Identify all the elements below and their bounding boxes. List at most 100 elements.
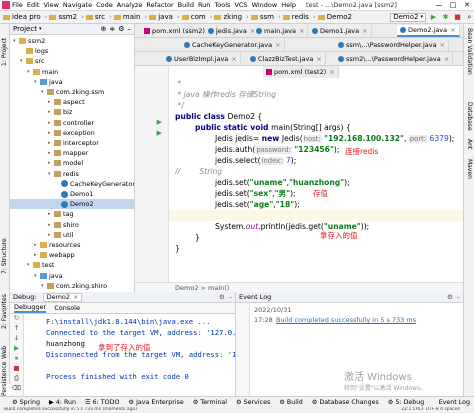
persistence-tool-tab[interactable]: Persistence — [1, 362, 8, 396]
editor-tab[interactable]: CacheKeyGenerator.java × — [181, 39, 285, 51]
tool-terminal[interactable]: ⚙ Terminal — [193, 399, 227, 406]
database-tool-tab[interactable]: Database — [466, 102, 473, 131]
breadcrumb-item[interactable]: Demo2 — [327, 13, 352, 21]
collapse-icon[interactable]: ≑ — [109, 25, 115, 33]
hide-icon[interactable]: – — [457, 293, 460, 301]
tree-item[interactable]: Demo1 — [55, 189, 93, 199]
breadcrumb-item[interactable]: main — [123, 13, 141, 21]
debug-session-tab[interactable]: Demo2 × — [42, 292, 83, 302]
close-icon[interactable]: × — [329, 66, 334, 78]
print-icon[interactable]: ⎙ — [10, 374, 23, 384]
close-icon[interactable]: × — [73, 293, 78, 301]
locate-icon[interactable]: ⊕ — [100, 25, 106, 33]
tree-item[interactable]: ▸ resources — [34, 240, 81, 250]
editor-tab[interactable]: Demo1.java × — [309, 25, 372, 37]
tree-item[interactable]: ▾ java — [34, 271, 63, 281]
tree-item[interactable]: ▾ test — [27, 260, 54, 270]
menu-item-tools[interactable]: Tools — [214, 1, 230, 9]
menu-item-analyze[interactable]: Analyze — [117, 1, 143, 9]
close-icon[interactable]: ✕ — [460, 1, 474, 9]
breadcrumb-item[interactable]: java — [158, 13, 173, 21]
editor-tab[interactable]: ssm2\...\PasswordHelper.java × — [335, 53, 454, 65]
close-icon[interactable]: × — [362, 25, 367, 37]
breadcrumb-item[interactable]: zking — [223, 13, 242, 21]
close-icon[interactable]: × — [299, 25, 304, 37]
favorites-tool-tab[interactable]: 2: Favorites — [1, 294, 8, 329]
tool-debug[interactable]: ⚙ 5: Debug — [388, 399, 424, 406]
close-icon[interactable]: × — [450, 24, 455, 36]
editor-tab[interactable]: ssm\...\PasswordHelper.java × — [335, 39, 450, 51]
tab-debugger[interactable]: Debugger — [14, 303, 47, 313]
minimize-icon[interactable]: — — [432, 1, 446, 9]
tree-item[interactable]: CacheKeyGenerator — [55, 179, 134, 189]
menu-item-window[interactable]: Window — [252, 1, 278, 9]
menu-item-build[interactable]: Build — [178, 1, 194, 9]
up-icon[interactable]: ↑ — [10, 324, 23, 334]
hide-icon[interactable]: – — [229, 293, 232, 301]
breadcrumb-item[interactable]: ssm — [260, 13, 274, 21]
tab-console[interactable]: Console — [54, 304, 80, 312]
maximize-icon[interactable]: □ — [446, 1, 460, 9]
menu-item-edit[interactable]: Edit — [27, 1, 40, 9]
tree-item[interactable]: ▸ webapp — [34, 250, 75, 260]
debug-icon[interactable]: ✱ — [441, 13, 450, 22]
tree-item[interactable]: ▸ interceptor — [48, 138, 99, 148]
run-main-icon[interactable]: ▶ — [157, 129, 162, 137]
stop-icon[interactable]: ■ — [10, 364, 23, 374]
tree-item[interactable]: ▸ shiro — [48, 220, 79, 230]
down-icon[interactable]: ↓ — [10, 334, 23, 344]
close-icon[interactable]: × — [444, 53, 449, 65]
event-message-link[interactable]: Build completed successfully in 5 s 733 … — [276, 316, 416, 324]
run-icon[interactable]: ▶ — [429, 13, 438, 22]
tree-item[interactable]: ▾ ssm2 — [13, 36, 45, 46]
code-editor[interactable]: ▶ ▶ ● pom.xml (test2) × * * java 操作redis… — [135, 66, 463, 282]
close-icon[interactable]: × — [231, 53, 236, 65]
tree-item[interactable]: ▸ util — [48, 230, 73, 240]
project-tool-tab[interactable]: 1: Project — [1, 38, 8, 66]
close-icon[interactable]: × — [316, 53, 321, 65]
tree-item[interactable]: ▸ exception — [48, 128, 95, 138]
editor-tab[interactable]: ClazzBizTest.java × — [247, 53, 326, 65]
menu-item-help[interactable]: Help — [281, 1, 296, 9]
menu-item-run[interactable]: Run — [198, 1, 210, 9]
maven-tool-tab[interactable]: Maven — [466, 159, 473, 179]
hide-icon[interactable]: – — [128, 25, 132, 33]
tree-item[interactable]: Demo2 — [10, 199, 134, 210]
menu-item-navigate[interactable]: Navigate — [63, 1, 92, 9]
stop-icon[interactable]: ■ — [453, 13, 462, 22]
tool-spring[interactable]: ⚙ Spring — [12, 399, 40, 406]
tree-item[interactable]: ▾ src — [20, 56, 45, 66]
editor-tab[interactable]: UserBizImpl.java × — [163, 53, 241, 65]
run-class-icon[interactable]: ▶ — [157, 118, 162, 126]
tool-services[interactable]: ⚙ Services — [236, 399, 270, 406]
menu-item-vcs[interactable]: VCS — [234, 1, 247, 9]
gear-icon[interactable]: ⚙ — [447, 293, 453, 301]
breadcrumb-item[interactable]: idea pro — [12, 13, 41, 21]
cursor-position[interactable]: 22:1 CRLF UTF-8 4 spaces — [401, 407, 460, 413]
project-panel-title[interactable]: Project — [13, 25, 37, 33]
breadcrumb-item[interactable]: src — [95, 13, 105, 21]
tree-item[interactable]: ▾ java — [34, 77, 63, 87]
close-icon[interactable]: × — [440, 39, 445, 51]
editor-tab[interactable]: main.java × — [253, 25, 309, 37]
tree-item[interactable]: ▾ main — [27, 67, 58, 77]
gear-icon[interactable]: ⚙ — [219, 293, 225, 301]
tree-item[interactable]: ▸ biz — [48, 107, 72, 117]
structure-tool-tab[interactable]: 7: Structure — [1, 238, 8, 274]
tree-item[interactable]: ▸ tag — [48, 209, 74, 219]
run-config-select[interactable]: Demo2 ▾ — [390, 12, 426, 22]
tree-item[interactable]: ▾ com.zking.shiro — [41, 281, 107, 291]
pause-icon[interactable]: ⏸ — [10, 354, 23, 364]
menu-item-view[interactable]: View — [43, 1, 58, 9]
editor-breadcrumb[interactable]: Demo2 > main() — [135, 282, 463, 292]
chevron-down-icon[interactable]: ▾ — [39, 26, 42, 32]
tool-run[interactable]: ▶ 4: Run — [49, 399, 76, 406]
tab-pom-test2[interactable]: pom.xml (test2) × — [263, 66, 339, 78]
tree-item[interactable]: logs — [20, 46, 48, 56]
editor-tab[interactable]: jedis.java × — [205, 25, 260, 37]
ant-tool-tab[interactable]: Ant — [466, 139, 473, 149]
tool-build[interactable]: ⚙ Build — [279, 399, 302, 406]
tree-item[interactable]: ▸ model — [48, 158, 83, 168]
trash-icon[interactable]: ⌫ — [10, 384, 23, 394]
web-tool-tab[interactable]: Web — [1, 346, 8, 359]
